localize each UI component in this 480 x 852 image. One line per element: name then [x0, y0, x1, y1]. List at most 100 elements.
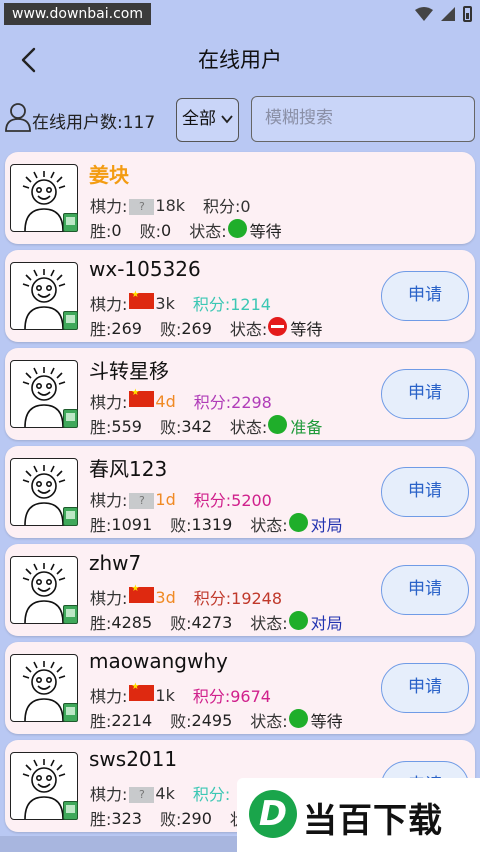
device-icon [63, 213, 78, 232]
strength-value: 4k [155, 783, 175, 803]
win-count: 0 [111, 220, 122, 240]
online-status-icon [288, 610, 308, 630]
device-icon [63, 801, 78, 820]
score-value: 积分:9674 [192, 687, 271, 706]
user-rating-row: 棋力: ? 4k 积分: [90, 781, 230, 805]
win-label: 胜: [90, 614, 112, 633]
user-card[interactable]: 姜块 棋力: ? 18k 积分:0 胜: 0 败: 0 状态: 等待 [5, 152, 475, 244]
strength-value: 18k [155, 195, 186, 215]
win-count: 269 [111, 318, 142, 338]
loss-count: 4273 [191, 612, 233, 632]
score-value: 积分:1214 [192, 295, 271, 314]
user-rating-row: 棋力: ? 1d 积分:5200 [90, 487, 272, 511]
status-text: 等待 [249, 222, 282, 241]
apply-button[interactable]: 申请 [381, 565, 469, 615]
user-card[interactable]: 斗转星移 棋力: 4d 积分:2298 胜: 559 败: 342 状态: 准备… [5, 348, 475, 440]
online-user-count: 在线用户数:117 [32, 113, 156, 133]
status-bar: www.downbai.com [0, 0, 480, 30]
apply-button[interactable]: 申请 [381, 369, 469, 419]
controls-bar: 在线用户数:117 全部 模糊搜索 [0, 96, 480, 144]
strength-label: 棋力: [90, 491, 128, 510]
score-value: 积分:0 [203, 197, 251, 216]
avatar [10, 556, 78, 624]
user-card[interactable]: wx-105326 棋力: 3k 积分:1214 胜: 269 败: 269 状… [5, 250, 475, 342]
user-rating-row: 棋力: 3d 积分:19248 [90, 584, 283, 609]
search-input[interactable]: 模糊搜索 [251, 96, 475, 142]
device-icon [63, 507, 78, 526]
win-label: 胜: [90, 222, 112, 241]
apply-button[interactable]: 申请 [381, 467, 469, 517]
online-status-icon [288, 708, 308, 728]
score-value: 积分:5200 [193, 491, 272, 510]
flag-unknown-icon: ? [129, 199, 155, 215]
chevron-down-icon [221, 115, 233, 124]
flag-unknown-icon: ? [129, 493, 155, 509]
win-label: 胜: [90, 320, 112, 339]
flag-slot [127, 682, 155, 705]
user-record-row: 胜: 4285 败: 4273 状态: 对局 [90, 610, 343, 634]
user-name: 姜块 [89, 163, 129, 187]
loss-count: 2495 [191, 710, 233, 730]
state-label: 状态: [189, 222, 227, 241]
loss-label: 败: [139, 222, 161, 241]
state-label: 状态: [229, 418, 268, 437]
status-slot [288, 708, 311, 732]
win-label: 胜: [90, 418, 112, 437]
busy-status-icon [268, 316, 288, 336]
site-watermark: www.downbai.com [4, 3, 151, 25]
user-name: maowangwhy [89, 649, 228, 673]
filter-select[interactable]: 全部 [176, 98, 239, 142]
loss-label: 败: [159, 810, 182, 829]
apply-button[interactable]: 申请 [381, 271, 469, 321]
status-slot [267, 316, 290, 340]
avatar [10, 262, 78, 330]
top-bar: 在线用户 [0, 30, 480, 90]
user-rating-row: 棋力: 3k 积分:1214 [90, 290, 271, 315]
loss-label: 败: [159, 418, 182, 437]
strength-label: 棋力: [90, 785, 128, 804]
strength-value: 1d [155, 489, 176, 509]
wifi-icon [415, 7, 433, 21]
user-rating-row: 棋力: 1k 积分:9674 [90, 682, 271, 707]
win-label: 胜: [90, 516, 112, 535]
user-card[interactable]: maowangwhy 棋力: 1k 积分:9674 胜: 2214 败: 249… [5, 642, 475, 734]
page-title: 在线用户 [198, 48, 282, 72]
strength-label: 棋力: [90, 393, 128, 412]
flag-slot [127, 290, 155, 313]
brand-logo-icon: D [249, 790, 297, 838]
strength-label: 棋力: [90, 687, 128, 706]
flag-china-icon [129, 682, 155, 701]
user-record-row: 胜: 1091 败: 1319 状态: 对局 [90, 512, 343, 536]
strength-value: 3d [155, 587, 176, 607]
loss-count: 0 [161, 220, 172, 240]
user-record-row: 胜: 0 败: 0 状态: 等待 [90, 218, 282, 242]
win-count: 323 [111, 808, 142, 828]
user-name: 春风123 [89, 457, 168, 481]
loss-count: 342 [181, 416, 212, 436]
user-name: 斗转星移 [89, 359, 169, 383]
user-record-row: 胜: 2214 败: 2495 状态: 等待 [90, 708, 343, 732]
user-rating-row: 棋力: ? 18k 积分:0 [90, 193, 251, 217]
user-icon [5, 103, 31, 132]
device-icon [63, 605, 78, 624]
score-value: 积分:2298 [193, 393, 272, 412]
device-icon [63, 409, 78, 428]
state-label: 状态: [250, 516, 288, 535]
win-count: 2214 [111, 710, 153, 730]
strength-value: 1k [155, 685, 175, 705]
online-status-icon [227, 218, 247, 238]
score-value: 积分:19248 [193, 589, 283, 608]
apply-button[interactable]: 申请 [381, 663, 469, 713]
battery-icon [463, 6, 472, 22]
status-slot [288, 610, 311, 634]
loss-count: 290 [181, 808, 212, 828]
user-card[interactable]: 春风123 棋力: ? 1d 积分:5200 胜: 1091 败: 1319 状… [5, 446, 475, 538]
flag-unknown-icon: ? [129, 787, 155, 803]
filter-value: 全部 [182, 109, 216, 129]
flag-slot [127, 388, 155, 411]
user-card[interactable]: zhw7 棋力: 3d 积分:19248 胜: 4285 败: 4273 状态:… [5, 544, 475, 636]
strength-label: 棋力: [90, 197, 128, 216]
loss-label: 败: [170, 516, 192, 535]
user-list[interactable]: 姜块 棋力: ? 18k 积分:0 胜: 0 败: 0 状态: 等待 wx-10… [0, 148, 480, 852]
status-text: 对局 [310, 516, 343, 535]
